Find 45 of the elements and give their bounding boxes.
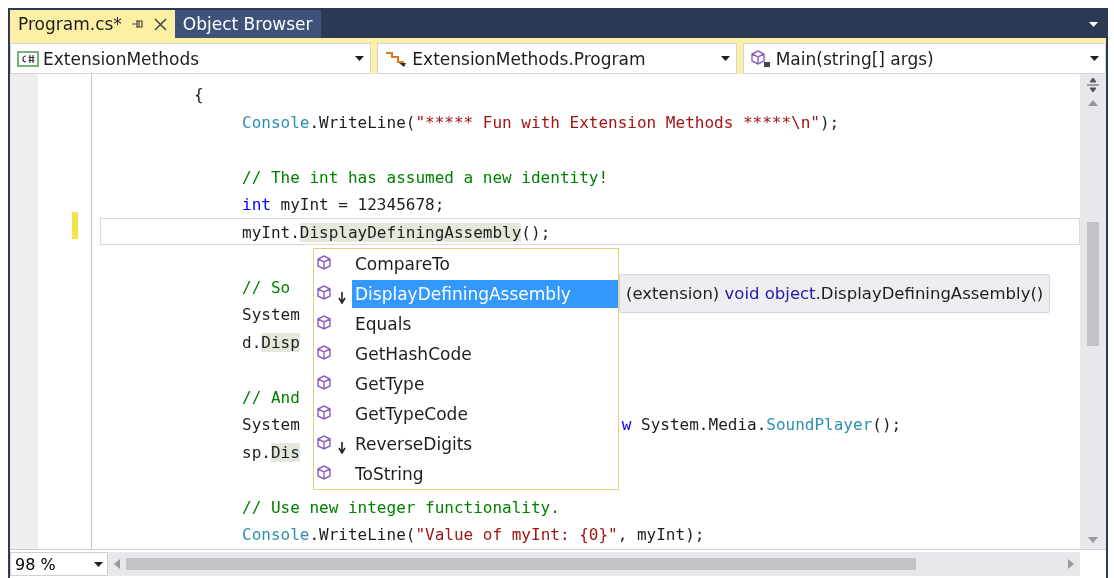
dropdown-arrow-icon (720, 56, 730, 61)
dropdown-arrow-icon (94, 561, 103, 567)
scroll-right-icon[interactable] (1068, 559, 1074, 569)
completion-item[interactable]: GetType (314, 369, 618, 399)
code-line: Console.WriteLine("***** Fun with Extension Methods *****\n"); (242, 112, 840, 132)
navigation-dropdown[interactable]: ExtensionMethods (10, 43, 372, 74)
code-line: // So (242, 277, 291, 297)
code-line: System (242, 415, 300, 434)
navigation-dropdown[interactable]: Main(string[] args) (742, 43, 1106, 74)
completion-item[interactable]: ReverseDigits (314, 429, 618, 459)
split-handle-icon[interactable] (1086, 78, 1100, 92)
code-line: { (194, 85, 204, 104)
cube-icon (749, 48, 772, 69)
code-line: System (242, 305, 300, 324)
completion-item[interactable]: Equals (314, 309, 618, 339)
scroll-down-icon[interactable] (1088, 537, 1098, 543)
code-line: // The int has assumed a new identity! (242, 167, 609, 187)
zoom-dropdown[interactable]: 98 % (10, 552, 108, 576)
code-line: int myInt = 12345678; (242, 195, 445, 214)
navigation-dropdown[interactable]: ExtensionMethods.Program (377, 43, 737, 74)
code-line: // And (242, 387, 300, 407)
completion-item[interactable]: CompareTo (314, 249, 618, 279)
signature-tooltip: (extension) void object.DisplayDefiningAssembly() (619, 274, 1051, 313)
document-tab[interactable]: Object Browser (174, 10, 321, 38)
completion-item[interactable]: GetTypeCode (314, 399, 618, 429)
code-line: d.Disp (242, 332, 300, 352)
code-line: w System.Media.SoundPlayer(); (621, 415, 902, 434)
code-line: Console.WriteLine("Value of myInt: {0}", myInt); (242, 525, 705, 544)
scrollbar-thumb[interactable] (126, 558, 916, 570)
completion-item[interactable]: GetHashCode (314, 339, 618, 369)
scroll-up-icon[interactable] (1088, 100, 1098, 106)
csharp-file-icon (17, 50, 39, 67)
close-icon[interactable] (153, 17, 167, 31)
scrollbar-thumb[interactable] (1087, 222, 1099, 346)
tab-list-dropdown-icon (1089, 21, 1098, 27)
down-arrow-icon (338, 442, 346, 454)
pin-icon[interactable] (131, 18, 144, 30)
dropdown-arrow-icon (355, 56, 365, 61)
code-line: // Use new integer functionality. (242, 497, 560, 517)
code-line: sp.Dis (242, 442, 300, 462)
dropdown-arrow-icon (1090, 56, 1099, 61)
scroll-left-icon[interactable] (114, 559, 120, 569)
completion-item[interactable]: ToString (314, 459, 618, 489)
down-arrow-icon (338, 292, 346, 304)
document-tab[interactable]: Program.cs* (10, 10, 175, 38)
